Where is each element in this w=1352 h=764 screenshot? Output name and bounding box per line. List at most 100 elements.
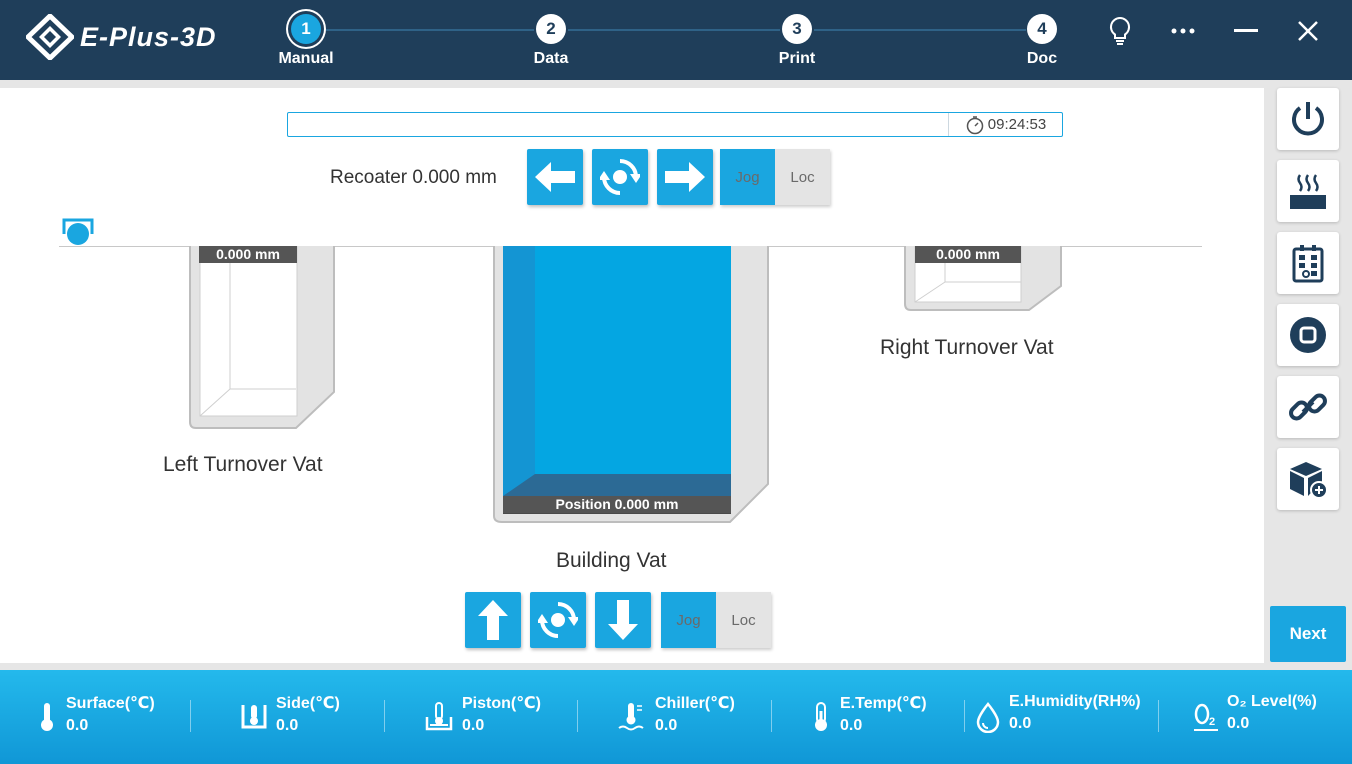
recoater-jog-option[interactable]: Jog xyxy=(720,149,775,205)
recoater-left-button[interactable] xyxy=(527,149,583,205)
status-name: E.Humidity(RH%) xyxy=(1009,693,1141,710)
status-divider xyxy=(771,700,772,732)
left-vat-value: 0.000 mm xyxy=(199,246,297,263)
recoater-loc-option[interactable]: Loc xyxy=(775,149,830,205)
step-number: 1 xyxy=(291,14,321,44)
step-data[interactable]: 2 Data xyxy=(511,14,591,68)
step-label: Print xyxy=(778,50,816,67)
oxygen-icon: 2 xyxy=(1194,703,1218,731)
svg-text:2: 2 xyxy=(1209,716,1215,728)
control-panel-icon xyxy=(1292,245,1324,283)
step-label: Doc xyxy=(1026,50,1058,67)
status-value: 0.0 xyxy=(66,717,89,734)
heater-icon xyxy=(1290,174,1326,209)
step-number: 3 xyxy=(782,14,812,44)
left-turnover-vat-graphic xyxy=(189,246,335,429)
step-label: Manual xyxy=(278,50,334,67)
humidity-icon xyxy=(976,702,1000,733)
status-value: 0.0 xyxy=(655,717,678,734)
step-connector xyxy=(814,29,1026,31)
app-logo: E-Plus-3D xyxy=(26,14,217,60)
step-manual[interactable]: 1 Manual xyxy=(266,14,346,68)
close-icon[interactable] xyxy=(1293,16,1323,46)
step-number: 2 xyxy=(536,14,566,44)
status-bar: Surface(℃) 0.0 Side(℃) 0.0 Piston(℃) 0.0 Ch… xyxy=(0,670,1352,764)
status-name: Surface(℃) xyxy=(66,695,155,712)
stop-button[interactable] xyxy=(1277,304,1339,366)
right-toolbar xyxy=(1264,80,1352,670)
recoater-label: Recoater 0.000 mm xyxy=(330,167,497,188)
next-button[interactable]: Next xyxy=(1270,606,1346,662)
minimize-icon[interactable] xyxy=(1231,16,1261,46)
logo-icon xyxy=(26,14,74,60)
power-icon xyxy=(1292,102,1324,136)
recoater-indicator-icon xyxy=(62,218,94,245)
status-value: 0.0 xyxy=(276,717,299,734)
status-value: 0.0 xyxy=(1009,715,1032,732)
control-panel-button[interactable] xyxy=(1277,232,1339,294)
status-divider xyxy=(384,700,385,732)
logo-text: E-Plus-3D xyxy=(80,21,217,52)
recoater-mode-toggle[interactable]: Jog Loc xyxy=(720,149,830,205)
chiller-icon xyxy=(618,703,644,731)
status-name: O₂ Level(%) xyxy=(1227,693,1317,710)
status-humidity: E.Humidity(RH%) 0.0 xyxy=(975,693,1141,733)
heater-button[interactable] xyxy=(1277,160,1339,222)
lightbulb-icon[interactable] xyxy=(1105,16,1135,46)
arrow-right-icon xyxy=(665,162,705,192)
status-name: Chiller(℃) xyxy=(655,695,735,712)
more-icon[interactable] xyxy=(1168,16,1198,46)
status-piston: Piston(℃) 0.0 xyxy=(424,693,541,735)
status-value: 0.0 xyxy=(840,717,863,734)
status-value: 0.0 xyxy=(462,717,485,734)
stop-icon xyxy=(1290,317,1326,353)
building-vat-graphic xyxy=(493,246,769,523)
building-jog-option[interactable]: Jog xyxy=(661,592,716,648)
building-home-button[interactable] xyxy=(530,592,586,648)
box-add-button[interactable] xyxy=(1277,448,1339,510)
building-loc-option[interactable]: Loc xyxy=(716,592,771,648)
recoater-home-button[interactable] xyxy=(592,149,648,205)
status-name: E.Temp(℃) xyxy=(840,695,927,712)
status-chiller: Chiller(℃) 0.0 xyxy=(617,693,735,735)
recoater-right-button[interactable] xyxy=(657,149,713,205)
step-connector xyxy=(568,29,780,31)
status-divider xyxy=(190,700,191,732)
status-surface: Surface(℃) 0.0 xyxy=(36,693,155,735)
rotate-icon xyxy=(538,602,578,638)
timer-icon xyxy=(966,115,984,134)
side-temp-icon xyxy=(241,705,267,729)
right-vat-value: 0.000 mm xyxy=(915,246,1021,263)
arrow-up-icon xyxy=(478,600,508,640)
left-vat-label: Left Turnover Vat xyxy=(163,453,323,476)
box-add-icon xyxy=(1290,462,1328,499)
progress-bar: 09:24:53 xyxy=(287,112,1063,137)
time-value: 09:24:53 xyxy=(987,116,1047,133)
step-print[interactable]: 3 Print xyxy=(757,14,837,68)
status-env-temp: E.Temp(℃) 0.0 xyxy=(810,693,927,735)
rotate-icon xyxy=(600,159,640,195)
step-label: Data xyxy=(533,50,569,67)
link-button[interactable] xyxy=(1277,376,1339,438)
building-up-button[interactable] xyxy=(465,592,521,648)
status-oxygen: 2 O₂ Level(%) 0.0 xyxy=(1193,693,1317,733)
arrow-left-icon xyxy=(535,162,575,192)
building-vat-label: Building Vat xyxy=(556,549,667,572)
thermometer-icon xyxy=(41,703,53,731)
status-name: Piston(℃) xyxy=(462,695,541,712)
arrow-down-icon xyxy=(608,600,638,640)
status-divider xyxy=(964,700,965,732)
status-side: Side(℃) 0.0 xyxy=(240,693,340,735)
elapsed-time: 09:24:53 xyxy=(948,113,1062,136)
step-doc[interactable]: 4 Doc xyxy=(1002,14,1082,68)
building-mode-toggle[interactable]: Jog Loc xyxy=(661,592,771,648)
manual-panel: 09:24:53 Recoater 0.000 mm Jog Loc 0.000… xyxy=(0,88,1264,663)
title-bar: E-Plus-3D 1 Manual 2 Data 3 Print 4 Doc xyxy=(0,0,1352,80)
power-button[interactable] xyxy=(1277,88,1339,150)
building-down-button[interactable] xyxy=(595,592,651,648)
status-name: Side(℃) xyxy=(276,695,340,712)
step-connector xyxy=(322,29,534,31)
building-vat-position: Position 0.000 mm xyxy=(503,496,731,513)
piston-temp-icon xyxy=(425,702,453,731)
status-divider xyxy=(577,700,578,732)
